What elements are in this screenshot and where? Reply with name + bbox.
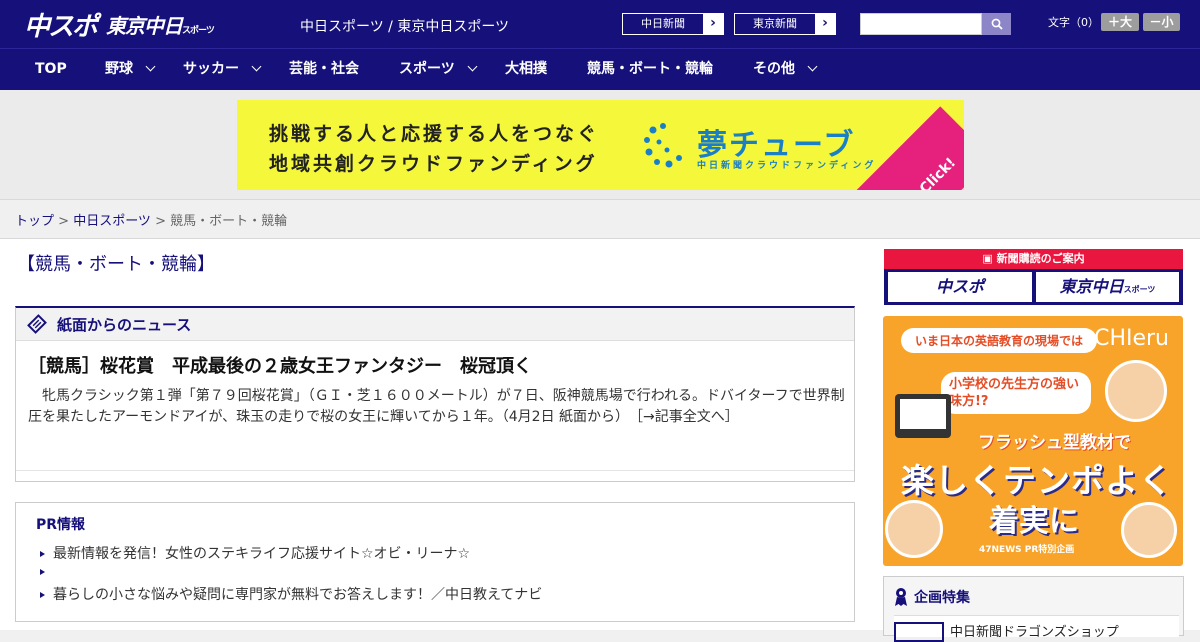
news-section-divider xyxy=(16,470,854,471)
feature-section: 企画特集 中日新聞ドラゴンズショップ xyxy=(883,576,1184,642)
nav-item-label: 芸能・社会 xyxy=(289,61,359,77)
ad-footer-text: 47NEWS PR特別企画 xyxy=(979,545,1075,555)
read-more-link[interactable]: ［→記事全文へ］ xyxy=(636,409,739,425)
yume-tube-logo: 夢チューブ 中日新聞クラウドファンディング xyxy=(643,122,913,172)
news-section-heading: 紙面からのニュース xyxy=(57,315,192,334)
banner-logo-sub: 中日新聞クラウドファンディング xyxy=(697,161,877,171)
nav-item-entertainment[interactable]: 芸能・社会 xyxy=(289,49,359,89)
breadcrumb-home-link[interactable]: トップ xyxy=(15,214,54,229)
search-icon xyxy=(991,18,1003,30)
chunichi-link-label: 中日新聞 xyxy=(641,17,685,30)
crowdfunding-banner[interactable]: 挑戦する人と応援する人をつなぐ 地域共創クラウドファンディング 夢チューブ 中日… xyxy=(237,100,964,190)
site-title: 中日スポーツ / 東京中日スポーツ xyxy=(300,19,510,35)
nav-item-keiba[interactable]: 競馬・ボート・競輪 xyxy=(587,49,713,89)
font-size-label: 文字（0） xyxy=(1048,16,1099,29)
feature-section-header: 企画特集 xyxy=(894,587,970,607)
pr-link[interactable]: 暮らしの小さな悩みや疑問に専門家が無料でお答えします！／中日教えてナビ xyxy=(40,584,542,604)
breadcrumb-current: 競馬・ボート・競輪 xyxy=(170,214,288,229)
ribbon-badge-icon xyxy=(895,588,907,606)
banner-line-2: 地域共創クラウドファンディング xyxy=(269,153,598,175)
tablet-screen-icon xyxy=(895,394,951,438)
pr-section-heading: PR情報 xyxy=(36,517,86,533)
pr-link[interactable] xyxy=(40,564,53,580)
banner-text: 挑戦する人と応援する人をつなぐ 地域共創クラウドファンディング xyxy=(269,119,599,179)
nav-item-soccer[interactable]: サッカー xyxy=(183,49,262,89)
subscribe-chuspo-button[interactable]: 中スポ xyxy=(888,272,1032,302)
chevron-right-icon: › xyxy=(815,14,835,34)
ad-flash-text: フラッシュ型教材で xyxy=(978,433,1131,453)
ad-brand-logo: CHIeru xyxy=(1094,326,1169,351)
ad-headline-1: 楽しくテンポよく xyxy=(901,461,1173,500)
nav-item-baseball[interactable]: 野球 xyxy=(105,49,156,89)
newspaper-icon xyxy=(27,314,47,334)
feature-thumbnail xyxy=(894,622,944,642)
breadcrumb: トップ > 中日スポーツ > 競馬・ボート・競輪 xyxy=(15,210,287,229)
nav-item-label: 野球 xyxy=(105,61,133,77)
breadcrumb-separator: > xyxy=(150,214,171,229)
tokyo-link-label: 東京新聞 xyxy=(753,17,797,30)
feature-section-heading: 企画特集 xyxy=(914,590,970,606)
subscribe-tokyo-label: 東京中日 xyxy=(1059,277,1124,296)
chevron-down-icon xyxy=(251,61,262,72)
chevron-down-icon xyxy=(807,61,818,72)
nav-item-label: 大相撲 xyxy=(505,61,547,77)
font-larger-button[interactable]: ＋大 xyxy=(1101,13,1139,31)
chunichi-link-button[interactable]: 中日新聞 › xyxy=(622,13,724,35)
child-photo-image xyxy=(1105,360,1167,422)
ad-sub-text: 小学校の先生方の強い味方!? xyxy=(941,372,1091,414)
tokyo-link-button[interactable]: 東京新聞 › xyxy=(734,13,836,35)
child-photo-image xyxy=(1121,502,1177,558)
page-title: 【競馬・ボート・競輪】 xyxy=(17,254,215,275)
chuspo-logo[interactable]: 中スポ xyxy=(24,6,98,43)
subscribe-tokyo-suffix: スポーツ xyxy=(1123,285,1156,294)
child-photo-image xyxy=(885,500,943,558)
article-title[interactable]: ［競馬］桜花賞 平成最後の２歳女王ファンタジー 桜冠頂く xyxy=(28,352,532,378)
pr-link[interactable]: 最新情報を発信！女性のステキライフ応援サイト☆オビ・リーナ☆ xyxy=(40,543,470,563)
news-section-header: 紙面からのニュース xyxy=(16,308,854,341)
subscribe-tokyo-button[interactable]: 東京中日スポーツ xyxy=(1036,272,1179,302)
search-button[interactable] xyxy=(982,13,1011,35)
nav-item-label: スポーツ xyxy=(399,61,455,77)
top-bar: 中スポ 東京中日スポーツ 中日スポーツ / 東京中日スポーツ 中日新聞 › 東京… xyxy=(0,0,1200,48)
pr-section: PR情報 最新情報を発信！女性のステキライフ応援サイト☆オビ・リーナ☆ 暮らしの… xyxy=(15,502,855,622)
tokyo-chunichi-logo-suffix: スポーツ xyxy=(182,25,215,36)
chevron-down-icon xyxy=(145,61,156,72)
dots-logo-icon xyxy=(644,123,682,168)
nav-item-label: TOP xyxy=(35,61,67,77)
chieru-advertisement[interactable]: いま日本の英語教育の現場では CHIeru 小学校の先生方の強い味方!? フラッ… xyxy=(883,316,1183,566)
tokyo-chunichi-logo[interactable]: 東京中日スポーツ xyxy=(106,10,215,39)
font-smaller-button[interactable]: －小 xyxy=(1143,13,1180,31)
nav-item-other[interactable]: その他 xyxy=(753,49,818,89)
feature-item[interactable]: 中日新聞ドラゴンズショップ xyxy=(894,615,1179,642)
subscription-box: ▣ 新聞購読のご案内 中スポ 東京中日スポーツ xyxy=(884,249,1183,305)
nav-item-label: 競馬・ボート・競輪 xyxy=(587,61,713,77)
subscription-heading: ▣ 新聞購読のご案内 xyxy=(884,249,1183,269)
chevron-down-icon xyxy=(467,61,478,72)
breadcrumb-separator: > xyxy=(54,214,74,229)
chevron-right-icon: › xyxy=(703,14,723,34)
tokyo-chunichi-logo-text: 東京中日 xyxy=(106,13,183,38)
ad-top-label: いま日本の英語教育の現場では xyxy=(901,328,1098,353)
search-input[interactable] xyxy=(860,13,982,35)
nav-item-sports[interactable]: スポーツ xyxy=(399,49,478,89)
breadcrumb-section-link[interactable]: 中日スポーツ xyxy=(73,214,151,229)
feature-item-label: 中日新聞ドラゴンズショップ xyxy=(950,625,1119,640)
subscription-heading-text: 新聞購読のご案内 xyxy=(996,252,1085,265)
nav-item-label: サッカー xyxy=(183,61,239,77)
banner-area: 挑戦する人と応援する人をつなぐ 地域共創クラウドファンディング 夢チューブ 中日… xyxy=(0,90,1200,200)
news-section: 紙面からのニュース ［競馬］桜花賞 平成最後の２歳女王ファンタジー 桜冠頂く 牝… xyxy=(15,306,855,482)
main-nav: TOP 野球 サッカー 芸能・社会 スポーツ 大相撲 競馬・ボート・競輪 その他 xyxy=(0,48,1200,90)
site-logo[interactable]: 中スポ 東京中日スポーツ xyxy=(24,6,215,43)
nav-item-label: その他 xyxy=(753,61,795,77)
banner-line-1: 挑戦する人と応援する人をつなぐ xyxy=(269,123,600,145)
nav-item-sumo[interactable]: 大相撲 xyxy=(505,49,547,89)
ad-headline-2: 着実に xyxy=(989,504,1079,539)
nav-item-top[interactable]: TOP xyxy=(35,49,67,89)
article-summary: 牝馬クラシック第１弾「第７９回桜花賞」（ＧＩ・芝１６００メートル）が７日、阪神競… xyxy=(28,386,846,428)
